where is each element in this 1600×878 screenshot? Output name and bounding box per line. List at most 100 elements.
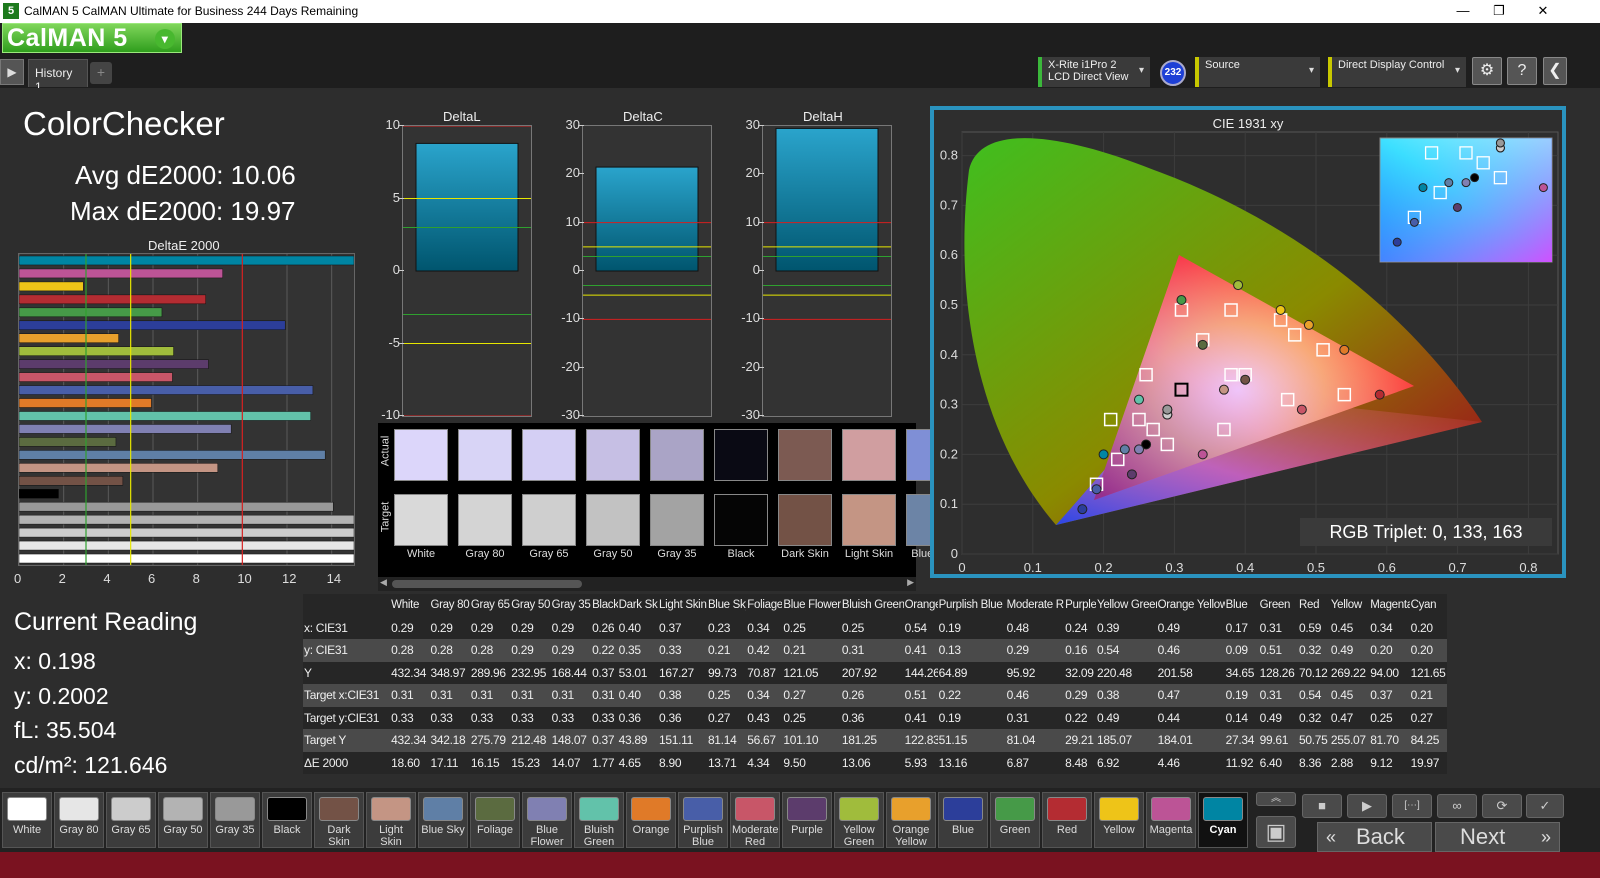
chevron-down-icon[interactable]: ▾: [1309, 65, 1314, 76]
patch-button[interactable]: Yellow: [1094, 792, 1144, 848]
table-cell: 50.75: [1297, 729, 1330, 752]
scroll-right-icon[interactable]: ▶: [907, 577, 914, 588]
table-column-header: Purplish Blue: [937, 594, 1006, 617]
check-icon[interactable]: ✓: [1526, 794, 1564, 818]
back-button[interactable]: « Back: [1317, 822, 1432, 852]
swatch-target: [842, 494, 896, 546]
patch-button[interactable]: Gray 50: [158, 792, 208, 848]
patch-button[interactable]: Light Skin: [366, 792, 416, 848]
table-cell: 0.29: [510, 639, 551, 662]
patch-label: Magenta: [1149, 824, 1193, 836]
scroll-left-icon[interactable]: ◀: [380, 577, 387, 588]
patch-button[interactable]: Yellow Green: [834, 792, 884, 848]
gear-icon[interactable]: ⚙: [1472, 57, 1502, 85]
next-icon: »: [1540, 827, 1551, 847]
table-cell: 0.14: [1224, 706, 1259, 729]
patch-button[interactable]: Moderate Red: [730, 792, 780, 848]
square-icon[interactable]: ▣: [1256, 816, 1296, 848]
delta-chart-plot: [583, 166, 711, 320]
table-cell: 0.25: [782, 706, 841, 729]
step-button[interactable]: [⋯]: [1392, 794, 1432, 818]
table-cell: 201.58: [1156, 661, 1225, 684]
deltae-bar: [19, 333, 119, 343]
table-cell: 0.13: [937, 639, 1006, 662]
patch-button[interactable]: White: [2, 792, 52, 848]
play-button[interactable]: ▶: [1347, 794, 1387, 818]
patch-button[interactable]: Purple: [782, 792, 832, 848]
scrollbar-thumb[interactable]: [392, 580, 582, 588]
collapse-up-icon[interactable]: ︽: [1256, 792, 1296, 806]
patch-button[interactable]: Blue: [938, 792, 988, 848]
table-cell: 6.40: [1258, 751, 1298, 774]
swatch-actual: [650, 429, 704, 481]
table-cell: 0.17: [1224, 616, 1259, 639]
table-cell: 0.38: [658, 684, 707, 707]
table-cell: 81.04: [1005, 729, 1065, 752]
cie-ytick: 0.5: [940, 297, 958, 312]
patch-button[interactable]: Dark Skin: [314, 792, 364, 848]
display-control-selector[interactable]: Direct Display Control ▾: [1328, 57, 1466, 87]
patch-swatch: [735, 797, 775, 821]
table-cell: 0.40: [617, 684, 659, 707]
patch-button[interactable]: Bluish Green: [574, 792, 624, 848]
deltae-xtick: 10: [237, 571, 252, 586]
loop-button[interactable]: ∞: [1437, 794, 1477, 818]
patch-button[interactable]: Orange Yellow: [886, 792, 936, 848]
patch-button[interactable]: Cyan: [1198, 792, 1248, 848]
inset-measured-point: [1538, 183, 1548, 193]
meter-badge[interactable]: 232: [1160, 60, 1186, 86]
table-cell: 275.79: [469, 729, 511, 752]
table-cell: 0.22: [591, 639, 618, 662]
chevron-down-icon[interactable]: ▾: [155, 29, 175, 49]
close-button[interactable]: ✕: [1520, 0, 1566, 23]
table-cell: 99.61: [1258, 729, 1298, 752]
patch-button[interactable]: Black: [262, 792, 312, 848]
delta-chart-title: DeltaL: [443, 109, 481, 124]
patch-button[interactable]: Blue Sky: [418, 792, 468, 848]
page-title: ColorChecker: [23, 105, 225, 142]
inset-measured-point: [1392, 237, 1402, 247]
patch-button[interactable]: Purplish Blue: [678, 792, 728, 848]
patch-button[interactable]: Gray 65: [106, 792, 156, 848]
add-tab-button[interactable]: +: [90, 62, 112, 84]
tab-history-1[interactable]: History 1: [28, 59, 88, 94]
table-cell: 0.20: [1409, 639, 1447, 662]
patch-swatch: [995, 797, 1035, 821]
patch-swatch: [163, 797, 203, 821]
source-selector[interactable]: Source ▾: [1195, 57, 1320, 87]
patch-button[interactable]: Orange: [626, 792, 676, 848]
meter-selector[interactable]: X-Rite i1Pro 2 LCD Direct View ▾: [1038, 57, 1150, 87]
chevron-down-icon[interactable]: ▾: [1455, 65, 1460, 76]
patch-button[interactable]: Gray 35: [210, 792, 260, 848]
patch-label: Green: [999, 824, 1031, 836]
collapse-icon[interactable]: ❮: [1543, 57, 1567, 85]
stop-button[interactable]: ■: [1302, 794, 1342, 818]
cie-measured-point: [1077, 504, 1088, 515]
table-cell: 0.31: [510, 684, 551, 707]
cie-measured-point: [1197, 339, 1208, 350]
patch-button[interactable]: Foliage: [470, 792, 520, 848]
calman-logo-menu[interactable]: CalMAN 5 ▾: [2, 23, 182, 53]
swatch-scrollbar[interactable]: ◀ ▶: [378, 577, 916, 591]
table-cell: 0.42: [746, 639, 783, 662]
patch-button[interactable]: Green: [990, 792, 1040, 848]
patch-label: Purple: [791, 824, 823, 836]
table-cell: 0.29: [469, 616, 511, 639]
maximize-button[interactable]: ❐: [1476, 0, 1522, 23]
refresh-icon[interactable]: ⟳: [1482, 794, 1522, 818]
chevron-down-icon[interactable]: ▾: [1139, 65, 1144, 76]
help-icon[interactable]: ?: [1507, 57, 1537, 85]
next-button[interactable]: Next »: [1435, 822, 1560, 852]
patch-button[interactable]: Red: [1042, 792, 1092, 848]
delta-ytick: -20: [561, 358, 580, 374]
play-icon[interactable]: ▶: [0, 59, 24, 85]
display-control-label: Direct Display Control: [1338, 59, 1445, 71]
patch-button[interactable]: Blue Flower: [522, 792, 572, 848]
table-cell: 0.35: [617, 639, 659, 662]
patch-swatch: [423, 797, 463, 821]
table-cell: 0.29: [550, 639, 592, 662]
table-column-header: Blue Flower: [782, 594, 841, 617]
patch-label: Gray 65: [111, 824, 151, 836]
patch-button[interactable]: Gray 80: [54, 792, 104, 848]
patch-button[interactable]: Magenta: [1146, 792, 1196, 848]
